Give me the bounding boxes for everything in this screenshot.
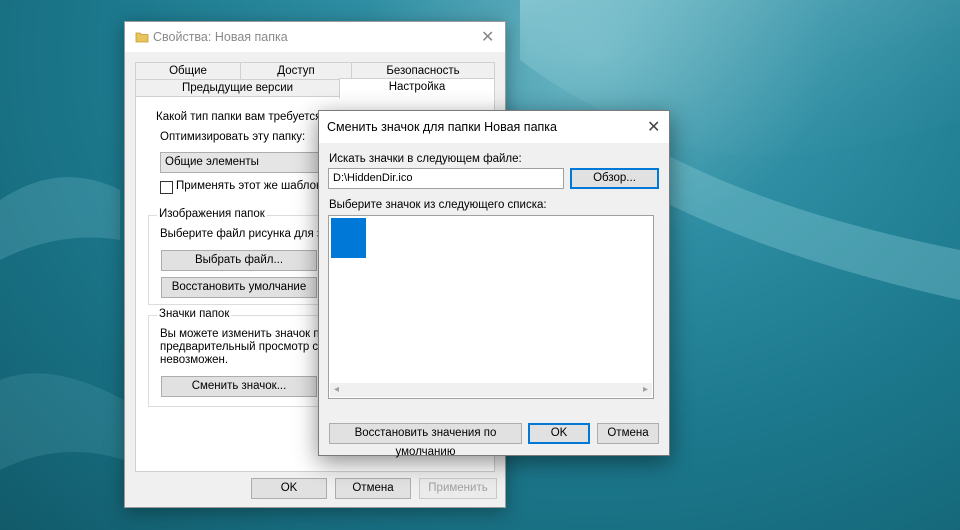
properties-title: Свойства: Новая папка xyxy=(153,30,288,44)
chevron-right-icon[interactable]: ▸ xyxy=(643,383,648,397)
close-icon[interactable]: ✕ xyxy=(647,117,660,137)
apply-button[interactable]: Применить xyxy=(419,478,497,499)
apply-template-label: Применять этот же шаблон к xyxy=(176,180,331,192)
folder-type-question: Какой тип папки вам требуется? xyxy=(156,111,328,123)
horizontal-scrollbar[interactable]: ◂ ▸ xyxy=(330,383,652,397)
browse-button[interactable]: Обзор... xyxy=(570,168,659,189)
close-icon[interactable]: ✕ xyxy=(481,27,494,47)
folder-images-description: Выберите файл рисунка для зн xyxy=(160,228,329,240)
restore-default-button[interactable]: Восстановить умолчание xyxy=(161,277,317,298)
folder-icons-title: Значки папок xyxy=(157,308,232,320)
folder-icon xyxy=(135,32,149,43)
icon-list[interactable]: ◂ ▸ xyxy=(328,215,654,399)
selected-icon-item[interactable] xyxy=(331,218,366,258)
apply-template-checkbox[interactable] xyxy=(160,181,173,194)
chevron-left-icon[interactable]: ◂ xyxy=(334,383,339,397)
ok-button[interactable]: OK xyxy=(251,478,327,499)
optimize-select[interactable]: Общие элементы xyxy=(160,152,320,173)
file-path-input[interactable]: D:\HiddenDir.ico xyxy=(328,168,564,189)
dialog-ok-button[interactable]: OK xyxy=(528,423,590,444)
dialog-cancel-button[interactable]: Отмена xyxy=(597,423,659,444)
optimize-label: Оптимизировать эту папку: xyxy=(160,131,306,143)
dialog-titlebar: Сменить значок для папки Новая папка ✕ xyxy=(319,111,669,143)
choose-file-button[interactable]: Выбрать файл... xyxy=(161,250,317,271)
folder-images-title: Изображения папок xyxy=(157,208,267,220)
icon-list-label: Выберите значок из следующего списка: xyxy=(329,199,547,211)
search-file-label: Искать значки в следующем файле: xyxy=(329,153,522,165)
folder-icons-description-line-1: Вы можете изменить значок па xyxy=(160,328,326,340)
restore-defaults-button[interactable]: Восстановить значения по умолчанию xyxy=(329,423,522,458)
change-icon-button[interactable]: Сменить значок... xyxy=(161,376,317,397)
change-icon-dialog: Сменить значок для папки Новая папка ✕ И… xyxy=(318,110,670,458)
cancel-button[interactable]: Отмена xyxy=(335,478,411,499)
tab-customize[interactable]: Настройка xyxy=(339,78,495,99)
properties-titlebar: Свойства: Новая папка ✕ xyxy=(125,22,505,52)
dialog-title: Сменить значок для папки Новая папка xyxy=(327,120,557,134)
folder-icons-description-line-2: предварительный просмотр сод xyxy=(160,341,332,353)
folder-icons-description-line-3: невозможен. xyxy=(160,354,229,366)
